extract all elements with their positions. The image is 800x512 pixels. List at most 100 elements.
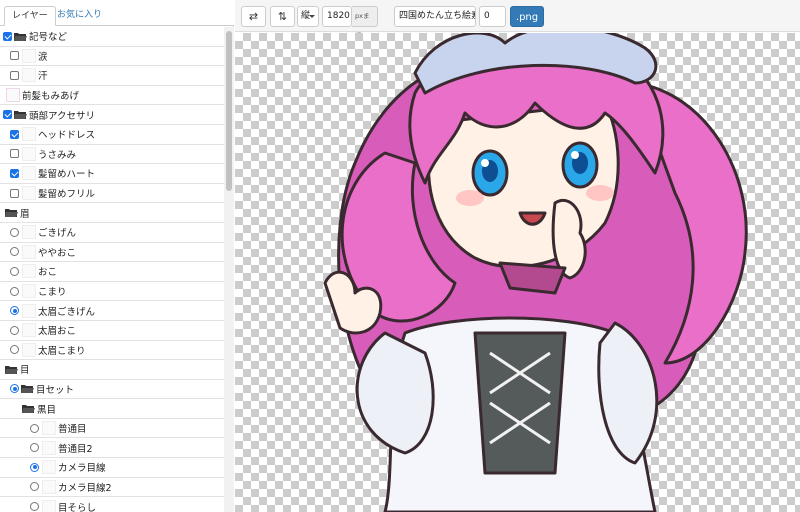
folder-icon (5, 208, 18, 218)
layer-visibility-checkbox[interactable] (10, 149, 19, 159)
layer-select-radio[interactable] (30, 423, 39, 433)
layer-row[interactable]: 太眉おこ (0, 321, 224, 341)
layer-visibility-checkbox[interactable] (10, 168, 19, 178)
layer-thumbnail-icon (22, 48, 36, 63)
tab-favorites[interactable]: お気に入り (50, 6, 109, 26)
layer-label: カメラ目線2 (58, 482, 112, 494)
layer-label: 涙 (38, 51, 48, 63)
export-png-button[interactable]: .png (510, 6, 544, 27)
layer-thumbnail-icon (6, 88, 20, 103)
layer-scrollbar[interactable] (224, 27, 234, 512)
folder-icon (21, 384, 34, 394)
layer-row[interactable]: 涙 (0, 47, 224, 67)
layer-thumbnail-icon (22, 264, 36, 279)
layer-row[interactable]: おこ (0, 262, 224, 282)
layer-label: ごきげん (38, 228, 77, 240)
swap-button[interactable]: ⇄ (241, 6, 266, 27)
sort-button[interactable]: ⇅ (270, 6, 295, 27)
layer-select-radio[interactable] (10, 325, 19, 335)
filename-input[interactable]: 四国めたん立ち絵素材 (394, 6, 476, 27)
layer-thumbnail-icon (22, 342, 36, 357)
layer-thumbnail-icon (22, 68, 36, 83)
layer-label: カメラ目線 (58, 463, 106, 475)
layer-thumbnail-icon (42, 479, 56, 494)
layer-select-radio[interactable] (30, 462, 39, 472)
layer-thumbnail-icon (22, 323, 36, 338)
layer-visibility-checkbox[interactable] (3, 31, 12, 41)
layer-row[interactable]: 太眉ごきげん (0, 301, 224, 321)
size-unit-label: pxまで (352, 6, 378, 39)
layer-label: こまり (38, 287, 67, 299)
layer-row[interactable]: 目そらし (0, 497, 224, 512)
layer-row[interactable]: 髪留めフリル (0, 184, 224, 204)
layer-row[interactable]: うさみみ (0, 145, 224, 165)
layer-thumbnail-icon (42, 421, 56, 436)
layer-row[interactable]: 目 (0, 360, 224, 380)
layer-row[interactable]: 太眉こまり (0, 341, 224, 361)
layer-thumbnail-icon (22, 284, 36, 299)
panel-tabs: レイヤー お気に入り (0, 0, 234, 26)
preview-canvas[interactable] (235, 33, 800, 512)
layer-row[interactable]: こまり (0, 282, 224, 302)
layer-select-radio[interactable] (10, 266, 19, 276)
layer-label: ややおこ (38, 247, 77, 259)
layer-label: 髪留めフリル (38, 189, 96, 201)
layer-row[interactable]: 髪留めハート (0, 164, 224, 184)
folder-icon (22, 404, 35, 414)
layer-row[interactable]: カメラ目線2 (0, 478, 224, 498)
layer-label: 普通目2 (58, 443, 93, 455)
layer-row[interactable]: 黒目 (0, 399, 224, 419)
orientation-select[interactable]: 縦 (297, 6, 319, 27)
toolbar: ⇄ ⇅ 縦 1820 pxまで 四国めたん立ち絵素材 0 .png (235, 0, 800, 39)
layer-row[interactable]: 普通目2 (0, 438, 224, 459)
layer-thumbnail-icon (22, 225, 36, 240)
layer-label: 髪留めハート (38, 169, 96, 181)
layer-label: うさみみ (38, 149, 77, 161)
scrollbar-thumb[interactable] (226, 31, 232, 191)
folder-icon (14, 110, 27, 120)
index-input[interactable]: 0 (479, 6, 506, 27)
layer-label: 記号など (29, 32, 68, 44)
layer-tree: 記号など涙汗前髪もみあげ頭部アクセサリヘッドドレス うさみみ髪留めハート 髪留めフリ… (0, 27, 224, 512)
layer-thumbnail-icon (22, 146, 36, 161)
layer-row[interactable]: ややおこ (0, 243, 224, 263)
layer-row[interactable]: カメラ目線 (0, 458, 224, 478)
size-input[interactable]: 1820 (322, 6, 352, 27)
layer-label: 太眉ごきげん (38, 306, 96, 318)
character-illustration (323, 33, 748, 512)
folder-icon (5, 365, 18, 374)
layer-label: 目セット (36, 384, 75, 396)
layer-thumbnail-icon (22, 244, 36, 259)
layer-visibility-checkbox[interactable] (10, 129, 19, 139)
layer-select-radio[interactable] (10, 247, 19, 257)
layer-row[interactable]: ヘッドドレス (0, 125, 224, 145)
layer-select-radio[interactable] (10, 286, 19, 296)
layer-thumbnail-icon (22, 166, 36, 181)
layer-select-radio[interactable] (10, 306, 19, 316)
layer-label: ヘッドドレス (38, 130, 96, 142)
layer-row[interactable]: 前髪もみあげ (0, 86, 224, 106)
layer-label: おこ (38, 267, 58, 279)
layer-label: 前髪もみあげ (22, 91, 80, 103)
layer-label: 目 (20, 365, 30, 377)
layer-row[interactable]: 目セット (0, 380, 224, 400)
layer-visibility-checkbox[interactable] (10, 188, 19, 198)
layer-visibility-checkbox[interactable] (10, 51, 19, 61)
layer-select-radio[interactable] (30, 502, 39, 512)
layer-select-radio[interactable] (10, 227, 19, 237)
layer-visibility-checkbox[interactable] (10, 70, 19, 80)
layer-select-radio[interactable] (30, 443, 39, 453)
layer-select-radio[interactable] (10, 384, 19, 394)
layer-row[interactable]: 頭部アクセサリ (0, 105, 224, 125)
layer-select-radio[interactable] (10, 345, 19, 355)
layer-label: 目そらし (58, 502, 97, 512)
layer-row[interactable]: 汗 (0, 66, 224, 86)
layer-row[interactable]: 眉 (0, 203, 224, 223)
layer-row[interactable]: 記号など (0, 27, 224, 47)
layer-label: 太眉こまり (38, 345, 86, 357)
layer-visibility-checkbox[interactable] (3, 110, 12, 120)
layer-row[interactable]: 普通目 (0, 419, 224, 439)
layer-select-radio[interactable] (30, 482, 39, 492)
tab-layers[interactable]: レイヤー (4, 6, 56, 26)
layer-row[interactable]: ごきげん (0, 223, 224, 243)
